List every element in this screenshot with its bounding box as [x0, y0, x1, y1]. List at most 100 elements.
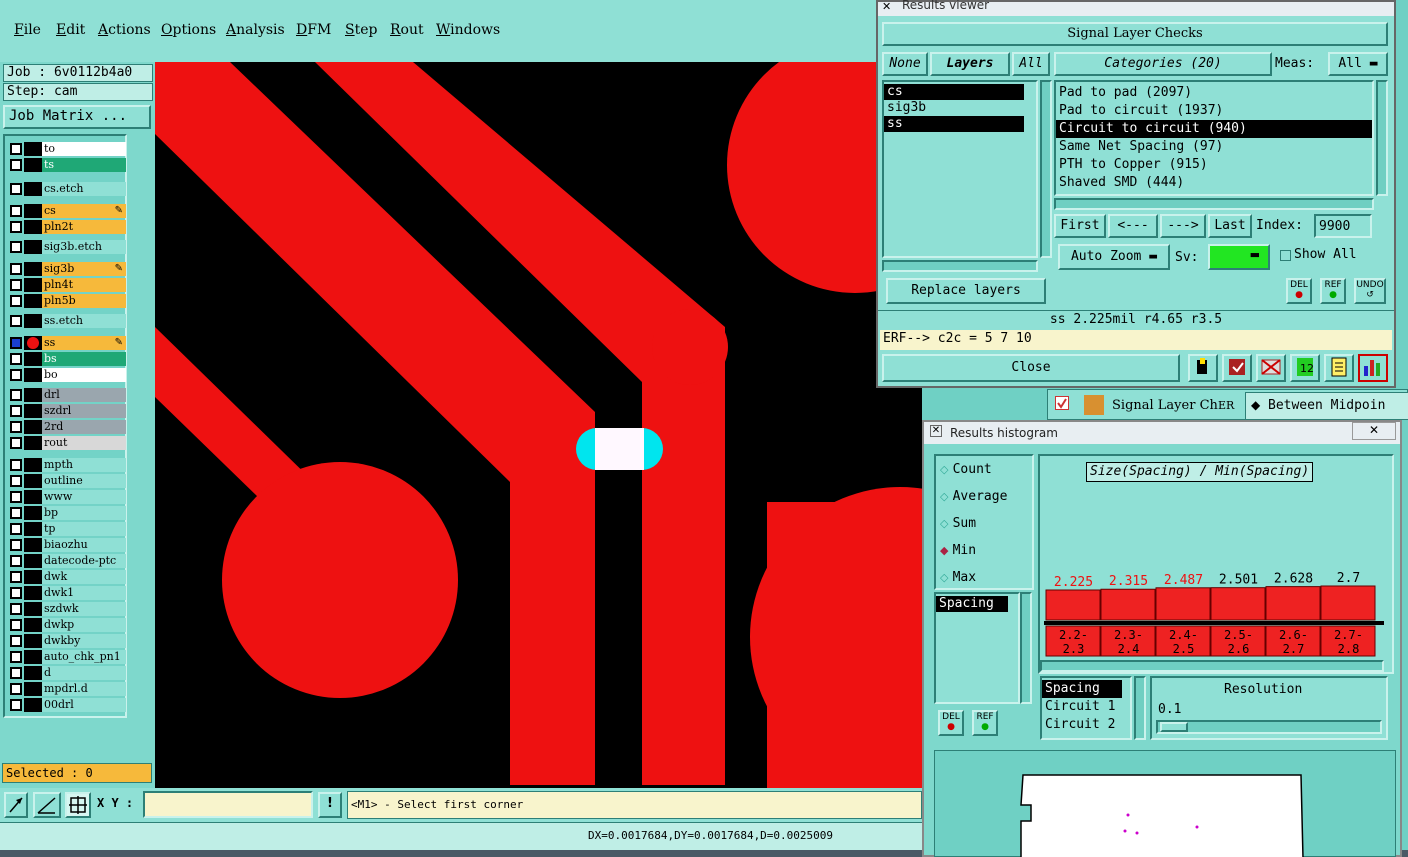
- layer-row-dwkp[interactable]: dwkp: [8, 618, 126, 632]
- window-menu-icon[interactable]: ✕: [930, 425, 942, 437]
- alert-icon[interactable]: !: [318, 792, 342, 818]
- export-tool-icon[interactable]: [1222, 354, 1252, 382]
- rv-layer-list[interactable]: cs sig3b ss: [882, 80, 1038, 258]
- layer-name[interactable]: d: [42, 666, 126, 680]
- layer-name[interactable]: rout: [42, 436, 126, 450]
- undo-button[interactable]: UNDO ↺: [1354, 278, 1386, 304]
- all-button[interactable]: All: [1012, 52, 1050, 76]
- layer-row-www[interactable]: www: [8, 490, 126, 504]
- layer-affected-slot[interactable]: [24, 436, 42, 450]
- between-midpoint-option[interactable]: ◆ Between Midpoin: [1245, 392, 1408, 420]
- field-item[interactable]: Circuit 1: [1042, 698, 1130, 716]
- auto-zoom-dropdown[interactable]: Auto Zoom ▬: [1058, 244, 1170, 270]
- layer-affected-slot[interactable]: [24, 314, 42, 328]
- layer-checkbox[interactable]: [10, 143, 22, 155]
- layer-name[interactable]: cs: [42, 204, 126, 218]
- layer-affected-slot[interactable]: [24, 698, 42, 712]
- layer-name[interactable]: pln5b: [42, 294, 126, 308]
- layer-row-sig3b.etch[interactable]: sig3b.etch: [8, 240, 126, 254]
- layer-row-pln4t[interactable]: pln4t: [8, 278, 126, 292]
- layer-affected-slot[interactable]: [24, 404, 42, 418]
- layer-name[interactable]: dwkp: [42, 618, 126, 632]
- layer-name[interactable]: szdwk: [42, 602, 126, 616]
- layer-checkbox[interactable]: [10, 459, 22, 471]
- layer-affected-slot[interactable]: [24, 420, 42, 434]
- layer-affected-slot[interactable]: [24, 474, 42, 488]
- layer-row-outline[interactable]: outline: [8, 474, 126, 488]
- zoom-tool-icon[interactable]: [4, 792, 28, 818]
- layer-checkbox[interactable]: [10, 241, 22, 253]
- field-scrollbar[interactable]: [1134, 676, 1146, 740]
- layer-checkbox[interactable]: [10, 421, 22, 433]
- layer-checkbox[interactable]: [10, 221, 22, 233]
- categories-list[interactable]: Pad to pad (2097) Pad to circuit (1937) …: [1054, 80, 1374, 196]
- rv-layer-scrollbar[interactable]: [1040, 80, 1052, 258]
- layer-affected-slot[interactable]: [24, 458, 42, 472]
- ref-button[interactable]: REF ●: [1320, 278, 1346, 304]
- measure-tool-icon[interactable]: [33, 792, 61, 818]
- layer-row-mpdrl.d[interactable]: mpdrl.d: [8, 682, 126, 696]
- resolution-slider[interactable]: [1156, 720, 1382, 734]
- del-button[interactable]: DEL ●: [1286, 278, 1312, 304]
- job-matrix-button[interactable]: Job Matrix ...: [3, 105, 151, 129]
- layer-name[interactable]: ss: [42, 336, 126, 350]
- layer-affected-slot[interactable]: [24, 666, 42, 680]
- layer-affected-slot[interactable]: [24, 278, 42, 292]
- layer-row-ss[interactable]: ss ✎: [8, 336, 126, 350]
- attribute-item[interactable]: Spacing: [936, 596, 1008, 612]
- menu-dfm[interactable]: DFM: [296, 22, 331, 38]
- layer-affected-slot[interactable]: [24, 158, 42, 172]
- layer-name[interactable]: ts: [42, 158, 126, 172]
- menu-edit[interactable]: Edit: [56, 22, 85, 38]
- layer-checkbox[interactable]: [10, 587, 22, 599]
- layer-affected-slot[interactable]: [24, 182, 42, 196]
- hist-attribute-scrollbar[interactable]: [1020, 592, 1032, 704]
- layer-row-pln2t[interactable]: pln2t: [8, 220, 126, 234]
- layer-name[interactable]: dwkby: [42, 634, 126, 648]
- layer-checkbox[interactable]: [10, 205, 22, 217]
- delete-marker-icon[interactable]: [1256, 354, 1286, 382]
- layer-row-drl[interactable]: drl: [8, 388, 126, 402]
- layer-row-auto_chk_pn1[interactable]: auto_chk_pn1: [8, 650, 126, 664]
- layer-affected-slot[interactable]: [24, 522, 42, 536]
- layer-checkbox[interactable]: [10, 405, 22, 417]
- layer-checkbox[interactable]: [10, 279, 22, 291]
- layer-checkbox[interactable]: [10, 491, 22, 503]
- layer-checkbox[interactable]: [10, 539, 22, 551]
- layer-affected-slot[interactable]: [24, 602, 42, 616]
- spacing-violation-marker[interactable]: [595, 428, 644, 470]
- histogram-tool-icon[interactable]: [1358, 354, 1388, 382]
- layer-row-pln5b[interactable]: pln5b: [8, 294, 126, 308]
- layer-name[interactable]: sig3b.etch: [42, 240, 126, 254]
- layer-row-cs.etch[interactable]: cs.etch: [8, 182, 126, 196]
- option-max[interactable]: ◇ Max: [940, 570, 976, 585]
- layer-row-dwk[interactable]: dwk: [8, 570, 126, 584]
- menu-windows[interactable]: Windows: [436, 22, 500, 38]
- layer-checkbox[interactable]: [10, 183, 22, 195]
- category-item[interactable]: PTH to Copper (915): [1056, 156, 1372, 174]
- layer-row-dwk1[interactable]: dwk1: [8, 586, 126, 600]
- field-item[interactable]: Circuit 2: [1042, 716, 1130, 734]
- layer-affected-slot[interactable]: [24, 570, 42, 584]
- layer-checkbox[interactable]: [10, 159, 22, 171]
- hist-attribute-list[interactable]: Spacing: [934, 592, 1020, 704]
- preview-pane[interactable]: [934, 750, 1396, 857]
- layer-name[interactable]: mpth: [42, 458, 126, 472]
- category-item[interactable]: Circuit to circuit (940): [1056, 120, 1372, 138]
- layer-name[interactable]: datecode-ptc: [42, 554, 126, 568]
- layer-checkbox[interactable]: [10, 389, 22, 401]
- category-item[interactable]: Pad to pad (2097): [1056, 84, 1372, 102]
- layer-checkbox[interactable]: [10, 699, 22, 711]
- layer-name[interactable]: www: [42, 490, 126, 504]
- categories-hscroll[interactable]: [1054, 198, 1374, 210]
- layer-row-sig3b[interactable]: sig3b ✎: [8, 262, 126, 276]
- layer-name[interactable]: bo: [42, 368, 126, 382]
- layer-affected-slot[interactable]: [24, 336, 42, 350]
- category-item[interactable]: Shaved SMD (444): [1056, 174, 1372, 192]
- menu-analysis[interactable]: Analysis: [226, 22, 285, 38]
- hist-del-button[interactable]: DEL ●: [938, 710, 964, 736]
- field-item[interactable]: Spacing: [1042, 680, 1122, 698]
- layer-name[interactable]: dwk1: [42, 586, 126, 600]
- bar-1[interactable]: [1100, 588, 1156, 621]
- menu-file[interactable]: File: [14, 22, 41, 38]
